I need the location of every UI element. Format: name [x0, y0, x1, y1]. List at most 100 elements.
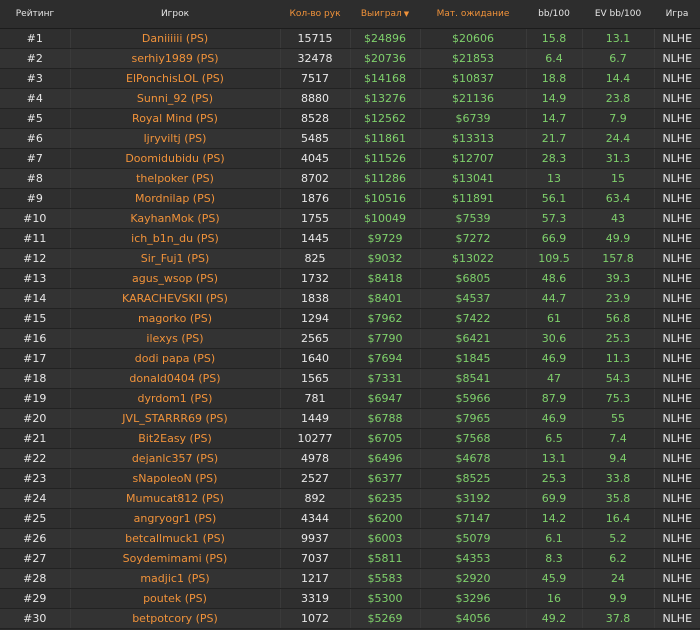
header-game[interactable]: Игра: [654, 0, 700, 29]
cell-player-link[interactable]: Sunni_92 (PS): [70, 88, 281, 109]
cell-hands: 7037: [280, 548, 351, 569]
cell-bb100: 14.7: [526, 108, 583, 129]
cell-player-link[interactable]: poutek (PS): [70, 588, 281, 609]
cell-evbb100: 13.1: [582, 28, 655, 49]
cell-player-link[interactable]: magorko (PS): [70, 308, 281, 329]
cell-rank: #16: [0, 328, 71, 349]
header-rank[interactable]: Рейтинг: [0, 0, 70, 29]
cell-game: NLHE: [654, 428, 700, 449]
table-row: #17 dodi papa (PS) 1640 $7694 $1845 46.9 11.3 N…: [0, 348, 700, 369]
cell-player-link[interactable]: Bit2Easy (PS): [70, 428, 281, 449]
cell-bb100: 14.2: [526, 508, 583, 529]
cell-hands: 2527: [280, 468, 351, 489]
cell-player-link[interactable]: betpotcory (PS): [70, 608, 281, 629]
cell-won: $24896: [350, 28, 421, 49]
cell-won: $10516: [350, 188, 421, 209]
cell-player-link[interactable]: ilexys (PS): [70, 328, 281, 349]
cell-player-link[interactable]: angryogr1 (PS): [70, 508, 281, 529]
header-won[interactable]: Выиграл ▼: [350, 0, 420, 29]
cell-bb100: 109.5: [526, 248, 583, 269]
cell-player-link[interactable]: KayhanMok (PS): [70, 208, 281, 229]
cell-won: $9729: [350, 228, 421, 249]
cell-won: $14168: [350, 68, 421, 89]
cell-won: $11526: [350, 148, 421, 169]
cell-player-link[interactable]: dyrdom1 (PS): [70, 388, 281, 409]
cell-player-link[interactable]: thelpoker (PS): [70, 168, 281, 189]
cell-game: NLHE: [654, 508, 700, 529]
cell-rank: #25: [0, 508, 71, 529]
cell-player-link[interactable]: dejanlc357 (PS): [70, 448, 281, 469]
cell-player-link[interactable]: Soydemimami (PS): [70, 548, 281, 569]
table-row: #13 agus_wsop (PS) 1732 $8418 $6805 48.6 39.3 N…: [0, 268, 700, 289]
cell-hands: 1876: [280, 188, 351, 209]
cell-evbb100: 56.8: [582, 308, 655, 329]
cell-game: NLHE: [654, 528, 700, 549]
cell-player-link[interactable]: serhiy1989 (PS): [70, 48, 281, 69]
cell-game: NLHE: [654, 448, 700, 469]
cell-hands: 5485: [280, 128, 351, 149]
cell-game: NLHE: [654, 108, 700, 129]
cell-player-link[interactable]: donald0404 (PS): [70, 368, 281, 389]
cell-evbb100: 9.4: [582, 448, 655, 469]
cell-won: $8401: [350, 288, 421, 309]
header-hands[interactable]: Кол-во рук: [280, 0, 350, 29]
cell-hands: 1640: [280, 348, 351, 369]
cell-player-link[interactable]: Doomidubidu (PS): [70, 148, 281, 169]
cell-hands: 1565: [280, 368, 351, 389]
cell-bb100: 61: [526, 308, 583, 329]
cell-evbb100: 63.4: [582, 188, 655, 209]
cell-player-link[interactable]: ljryviltj (PS): [70, 128, 281, 149]
cell-ev: $6805: [420, 268, 527, 289]
cell-evbb100: 31.3: [582, 148, 655, 169]
header-bb100[interactable]: bb/100: [526, 0, 582, 29]
cell-bb100: 48.6: [526, 268, 583, 289]
cell-player-link[interactable]: Mumucat812 (PS): [70, 488, 281, 509]
cell-won: $9032: [350, 248, 421, 269]
cell-evbb100: 11.3: [582, 348, 655, 369]
cell-ev: $20606: [420, 28, 527, 49]
cell-evbb100: 24: [582, 568, 655, 589]
cell-won: $5811: [350, 548, 421, 569]
cell-won: $11286: [350, 168, 421, 189]
header-player[interactable]: Игрок: [70, 0, 280, 29]
cell-evbb100: 24.4: [582, 128, 655, 149]
table-row: #16 ilexys (PS) 2565 $7790 $6421 30.6 25.3 NLHE: [0, 328, 700, 349]
header-ev[interactable]: Мат. ожидание: [420, 0, 526, 29]
cell-bb100: 16: [526, 588, 583, 609]
cell-evbb100: 16.4: [582, 508, 655, 529]
table-row: #22 dejanlc357 (PS) 4978 $6496 $4678 13.1 9.4 N…: [0, 448, 700, 469]
cell-player-link[interactable]: agus_wsop (PS): [70, 268, 281, 289]
cell-evbb100: 33.8: [582, 468, 655, 489]
cell-evbb100: 35.8: [582, 488, 655, 509]
cell-hands: 1217: [280, 568, 351, 589]
cell-hands: 7517: [280, 68, 351, 89]
cell-rank: #22: [0, 448, 71, 469]
cell-rank: #4: [0, 88, 71, 109]
cell-player-link[interactable]: Royal Mind (PS): [70, 108, 281, 129]
cell-hands: 1449: [280, 408, 351, 429]
cell-game: NLHE: [654, 168, 700, 189]
cell-player-link[interactable]: madjic1 (PS): [70, 568, 281, 589]
cell-player-link[interactable]: Sir_Fuj1 (PS): [70, 248, 281, 269]
cell-bb100: 13: [526, 168, 583, 189]
cell-player-link[interactable]: betcallmuck1 (PS): [70, 528, 281, 549]
cell-player-link[interactable]: Daniiiiii (PS): [70, 28, 281, 49]
cell-game: NLHE: [654, 268, 700, 289]
cell-evbb100: 25.3: [582, 328, 655, 349]
header-evbb100[interactable]: EV bb/100: [582, 0, 654, 29]
cell-player-link[interactable]: sNapoleoN (PS): [70, 468, 281, 489]
cell-player-link[interactable]: JVL_STARRR69 (PS): [70, 408, 281, 429]
cell-player-link[interactable]: Mordnilap (PS): [70, 188, 281, 209]
cell-player-link[interactable]: ElPonchisLOL (PS): [70, 68, 281, 89]
cell-player-link[interactable]: KARACHEVSKII (PS): [70, 288, 281, 309]
cell-game: NLHE: [654, 288, 700, 309]
cell-hands: 15715: [280, 28, 351, 49]
cell-game: NLHE: [654, 568, 700, 589]
cell-hands: 2565: [280, 328, 351, 349]
cell-player-link[interactable]: ich_b1n_du (PS): [70, 228, 281, 249]
cell-evbb100: 6.7: [582, 48, 655, 69]
cell-hands: 1445: [280, 228, 351, 249]
cell-player-link[interactable]: dodi papa (PS): [70, 348, 281, 369]
cell-bb100: 13.1: [526, 448, 583, 469]
cell-bb100: 46.9: [526, 408, 583, 429]
